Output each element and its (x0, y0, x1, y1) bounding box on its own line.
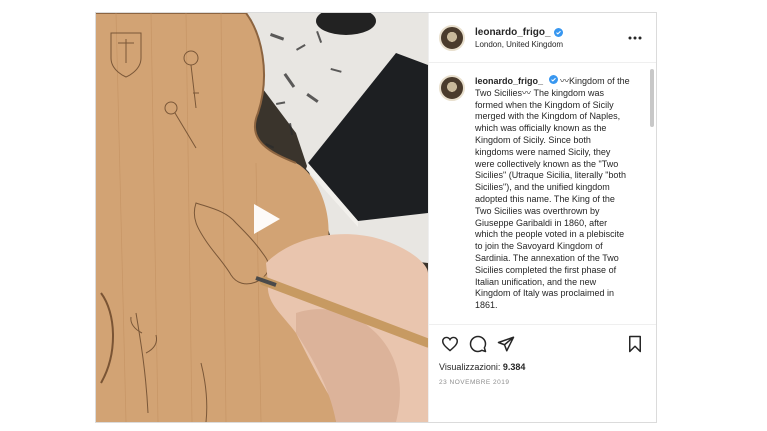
post-date[interactable]: 23 NOVEMBRE 2019 (439, 379, 646, 386)
verified-badge-icon (553, 27, 563, 37)
caption-username[interactable]: leonardo_frigo_ (475, 76, 543, 86)
caption-row: leonardo_frigo_ 〰Kingdom of the Two Sici… (439, 75, 638, 312)
comments-area[interactable]: leonardo_frigo_ 〰Kingdom of the Two Sici… (429, 63, 656, 324)
comment-button[interactable] (467, 333, 489, 355)
play-button[interactable] (240, 196, 286, 242)
action-icons (439, 331, 646, 357)
views-label: Visualizzazioni: (439, 362, 501, 372)
send-icon (497, 336, 515, 352)
like-button[interactable] (439, 333, 461, 355)
caption-text: 〰Kingdom of the Two Sicilies〰 The kingdo… (475, 76, 630, 311)
comment-icon (469, 335, 487, 353)
more-horizontal-icon (628, 36, 642, 39)
verified-badge-icon (548, 75, 558, 84)
caption: leonardo_frigo_ 〰Kingdom of the Two Sici… (475, 75, 631, 312)
page: leonardo_frigo_ London, United Kingdom l… (0, 0, 767, 431)
save-button[interactable] (624, 333, 646, 355)
post-header: leonardo_frigo_ London, United Kingdom (429, 13, 656, 63)
heart-icon (441, 336, 459, 352)
views-count: Visualizzazioni: 9.384 (439, 362, 646, 372)
scrollbar[interactable] (650, 69, 654, 127)
bookmark-icon (629, 335, 641, 353)
username-line: leonardo_frigo_ (475, 27, 624, 38)
views-number: 9.384 (502, 362, 526, 372)
username-link[interactable]: leonardo_frigo_ (475, 27, 551, 38)
caption-avatar[interactable] (439, 75, 465, 101)
post-video[interactable] (96, 13, 428, 422)
play-icon (254, 204, 280, 234)
post-actions: Visualizzazioni: 9.384 23 NOVEMBRE 2019 (429, 324, 656, 422)
avatar[interactable] (439, 24, 465, 51)
header-text: leonardo_frigo_ London, United Kingdom (475, 27, 624, 49)
share-button[interactable] (495, 333, 517, 355)
location-link[interactable]: London, United Kingdom (475, 40, 624, 49)
more-options-button[interactable] (624, 27, 646, 49)
instagram-post: leonardo_frigo_ London, United Kingdom l… (95, 12, 657, 423)
post-side-panel: leonardo_frigo_ London, United Kingdom l… (428, 13, 656, 422)
